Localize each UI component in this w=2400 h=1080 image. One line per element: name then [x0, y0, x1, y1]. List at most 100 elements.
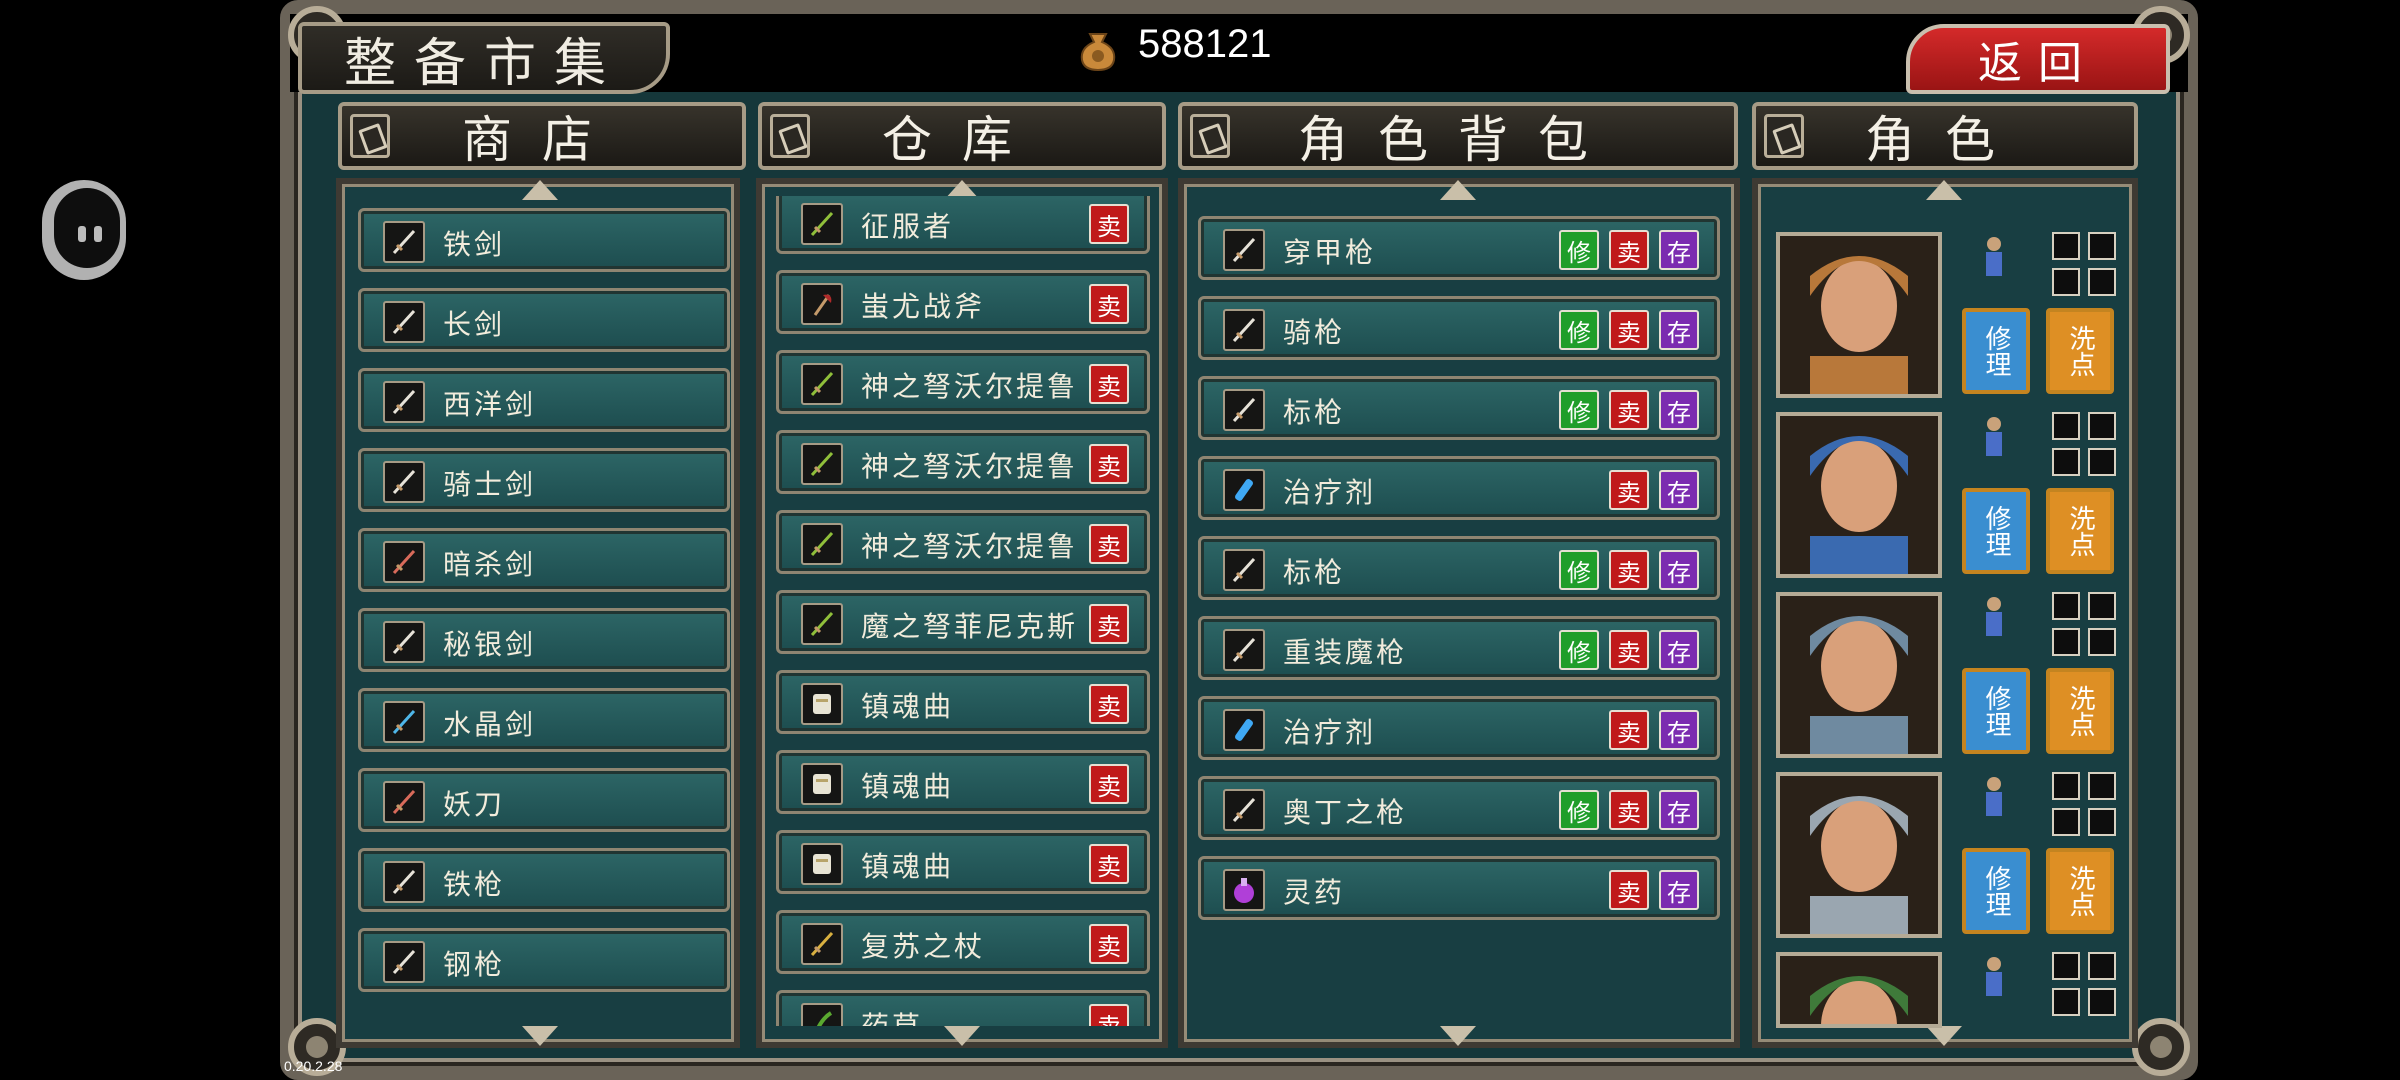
repair-button[interactable]: 修 [1559, 630, 1599, 670]
store-button[interactable]: 存 [1659, 710, 1699, 750]
dancer-portrait[interactable] [1776, 232, 1942, 398]
list-item[interactable]: 蚩尤战斧 卖 [776, 270, 1150, 334]
sell-button[interactable]: 卖 [1089, 444, 1129, 484]
sell-button[interactable]: 卖 [1089, 524, 1129, 564]
repair-button[interactable]: 修 [1559, 230, 1599, 270]
list-item[interactable]: 治疗剂 存卖 [1198, 456, 1720, 520]
list-item[interactable]: 镇魂曲 卖 [776, 670, 1150, 734]
list-item[interactable]: 征服者 卖 [776, 196, 1150, 254]
equipment-slot[interactable] [2052, 988, 2080, 1016]
green-hair-portrait[interactable] [1776, 952, 1942, 1028]
repair-button[interactable]: 修 [1559, 310, 1599, 350]
repair-button[interactable]: 修 [1559, 390, 1599, 430]
equipment-slot[interactable] [2052, 592, 2080, 620]
equipment-slot[interactable] [2052, 808, 2080, 836]
store-button[interactable]: 存 [1659, 870, 1699, 910]
list-item[interactable]: 镇魂曲 卖 [776, 830, 1150, 894]
store-button[interactable]: 存 [1659, 630, 1699, 670]
sell-button[interactable]: 卖 [1609, 550, 1649, 590]
sell-button[interactable]: 卖 [1609, 870, 1649, 910]
list-item[interactable]: 暗杀剑 [358, 528, 730, 592]
scroll-up-arrow-icon[interactable] [1926, 180, 1962, 200]
list-item[interactable]: 标枪 存卖修 [1198, 536, 1720, 600]
list-item[interactable]: 灵药 存卖 [1198, 856, 1720, 920]
equipment-slot[interactable] [2088, 772, 2116, 800]
repair-button[interactable]: 修 [1559, 790, 1599, 830]
warehouse-header[interactable]: 仓库 [758, 102, 1166, 170]
floating-assistant-button[interactable] [42, 180, 126, 280]
swordswoman-portrait[interactable] [1776, 592, 1942, 758]
sell-button[interactable]: 卖 [1089, 604, 1129, 644]
character-reset-button[interactable]: 洗点 [2046, 308, 2114, 394]
list-item[interactable]: 重装魔枪 存卖修 [1198, 616, 1720, 680]
back-button[interactable]: 返回 [1906, 24, 2170, 94]
store-button[interactable]: 存 [1659, 310, 1699, 350]
equipment-slot[interactable] [2052, 952, 2080, 980]
scroll-down-arrow-icon[interactable] [522, 1026, 558, 1046]
list-item[interactable]: 钢枪 [358, 928, 730, 992]
character-repair-button[interactable]: 修理 [1962, 668, 2030, 754]
sell-button[interactable]: 卖 [1609, 790, 1649, 830]
character-repair-button[interactable]: 修理 [1962, 488, 2030, 574]
list-item[interactable]: 骑枪 存卖修 [1198, 296, 1720, 360]
store-button[interactable]: 存 [1659, 790, 1699, 830]
knight-portrait[interactable] [1776, 412, 1942, 578]
scroll-down-arrow-icon[interactable] [1926, 1026, 1962, 1046]
character-reset-button[interactable]: 洗点 [2046, 668, 2114, 754]
scroll-down-arrow-icon[interactable] [944, 1026, 980, 1046]
sell-button[interactable]: 卖 [1609, 310, 1649, 350]
list-item[interactable]: 神之弩沃尔提鲁卖 [776, 430, 1150, 494]
characters-header[interactable]: 角色 [1752, 102, 2138, 170]
equipment-slot[interactable] [2088, 808, 2116, 836]
list-item[interactable]: 奥丁之枪 存卖修 [1198, 776, 1720, 840]
sell-button[interactable]: 卖 [1609, 630, 1649, 670]
sell-button[interactable]: 卖 [1089, 844, 1129, 884]
equipment-slot[interactable] [2052, 448, 2080, 476]
character-reset-button[interactable]: 洗点 [2046, 488, 2114, 574]
sell-button[interactable]: 卖 [1609, 470, 1649, 510]
list-item[interactable]: 神之弩沃尔提鲁卖 [776, 510, 1150, 574]
sell-button[interactable]: 卖 [1609, 710, 1649, 750]
list-item[interactable]: 药草 卖 [776, 990, 1150, 1026]
sell-button[interactable]: 卖 [1609, 390, 1649, 430]
shop-header[interactable]: 商店 [338, 102, 746, 170]
equipment-slot[interactable] [2088, 412, 2116, 440]
equipment-slot[interactable] [2088, 448, 2116, 476]
repair-button[interactable]: 修 [1559, 550, 1599, 590]
character-repair-button[interactable]: 修理 [1962, 848, 2030, 934]
equipment-slot[interactable] [2088, 952, 2116, 980]
equipment-slot[interactable] [2052, 772, 2080, 800]
equipment-slot[interactable] [2088, 592, 2116, 620]
sell-button[interactable]: 卖 [1089, 284, 1129, 324]
scroll-up-arrow-icon[interactable] [522, 180, 558, 200]
list-item[interactable]: 治疗剂 存卖 [1198, 696, 1720, 760]
equipment-slot[interactable] [2088, 268, 2116, 296]
sell-button[interactable]: 卖 [1089, 764, 1129, 804]
list-item[interactable]: 魔之弩菲尼克斯卖 [776, 590, 1150, 654]
store-button[interactable]: 存 [1659, 390, 1699, 430]
list-item[interactable]: 水晶剑 [358, 688, 730, 752]
list-item[interactable]: 长剑 [358, 288, 730, 352]
list-item[interactable]: 镇魂曲 卖 [776, 750, 1150, 814]
backpack-header[interactable]: 角色背包 [1178, 102, 1738, 170]
equipment-slot[interactable] [2052, 232, 2080, 260]
store-button[interactable]: 存 [1659, 470, 1699, 510]
character-repair-button[interactable]: 修理 [1962, 308, 2030, 394]
list-item[interactable]: 神之弩沃尔提鲁卖 [776, 350, 1150, 414]
list-item[interactable]: 骑士剑 [358, 448, 730, 512]
list-item[interactable]: 复苏之杖 卖 [776, 910, 1150, 974]
sell-button[interactable]: 卖 [1609, 230, 1649, 270]
silver-hair-portrait[interactable] [1776, 772, 1942, 938]
list-item[interactable]: 标枪 存卖修 [1198, 376, 1720, 440]
sell-button[interactable]: 卖 [1089, 364, 1129, 404]
character-reset-button[interactable]: 洗点 [2046, 848, 2114, 934]
sell-button[interactable]: 卖 [1089, 204, 1129, 244]
list-item[interactable]: 铁枪 [358, 848, 730, 912]
equipment-slot[interactable] [2052, 628, 2080, 656]
equipment-slot[interactable] [2088, 628, 2116, 656]
list-item[interactable]: 妖刀 [358, 768, 730, 832]
sell-button[interactable]: 卖 [1089, 684, 1129, 724]
store-button[interactable]: 存 [1659, 230, 1699, 270]
store-button[interactable]: 存 [1659, 550, 1699, 590]
list-item[interactable]: 秘银剑 [358, 608, 730, 672]
